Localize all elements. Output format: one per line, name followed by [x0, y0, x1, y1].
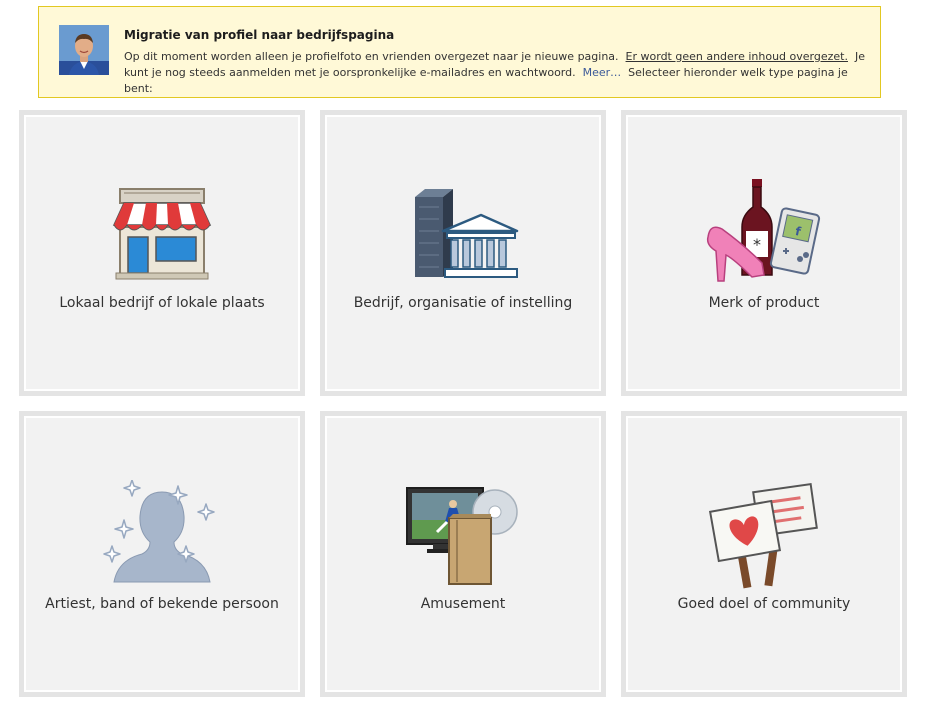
category-label: Lokaal bedrijf of lokale plaats: [59, 295, 265, 311]
buildings-icon: [415, 189, 519, 278]
category-artist-band-public-figure[interactable]: Artiest, band of bekende persoon: [19, 411, 305, 697]
tile-panel: Lokaal bedrijf of lokale plaats: [24, 115, 300, 391]
category-label: Amusement: [420, 596, 506, 612]
migration-notice: Migratie van profiel naar bedrijfspagina…: [38, 6, 881, 98]
category-cause-community[interactable]: Goed doel of community: [621, 411, 907, 697]
tile-panel: Goed doel of community: [626, 416, 902, 692]
more-link[interactable]: Meer…: [583, 66, 622, 79]
tile-panel: * f Merk of product: [626, 115, 902, 391]
notice-body: Op dit moment worden alleen je profielfo…: [124, 49, 869, 97]
category-label: Artiest, band of bekende persoon: [45, 596, 279, 612]
notice-title: Migratie van profiel naar bedrijfspagina: [124, 28, 395, 42]
notice-text-1: Op dit moment worden alleen je profielfo…: [124, 50, 619, 63]
category-label: Bedrijf, organisatie of instelling: [353, 295, 573, 311]
no-other-content-link[interactable]: Er wordt geen andere inhoud overgezet.: [626, 50, 848, 63]
svg-text:*: *: [753, 235, 761, 254]
category-label: Merk of product: [708, 295, 820, 311]
tile-panel: Amusement: [325, 416, 601, 692]
products-icon: * f: [706, 179, 821, 282]
category-local-business[interactable]: Lokaal bedrijf of lokale plaats: [19, 110, 305, 396]
category-label: Goed doel of community: [677, 596, 851, 612]
storefront-icon: [112, 188, 212, 280]
avatar-photo-icon: [59, 25, 109, 75]
category-company-organization[interactable]: Bedrijf, organisatie of instelling: [320, 110, 606, 396]
category-entertainment[interactable]: Amusement: [320, 411, 606, 697]
tile-panel: Artiest, band of bekende persoon: [24, 416, 300, 692]
celebrity-icon: [103, 480, 215, 583]
category-brand-product[interactable]: * f Merk of product: [621, 110, 907, 396]
entertainment-icon: [406, 487, 518, 585]
avatar: [59, 25, 109, 75]
cause-signs-icon: [708, 483, 818, 589]
tile-panel: Bedrijf, organisatie of instelling: [325, 115, 601, 391]
